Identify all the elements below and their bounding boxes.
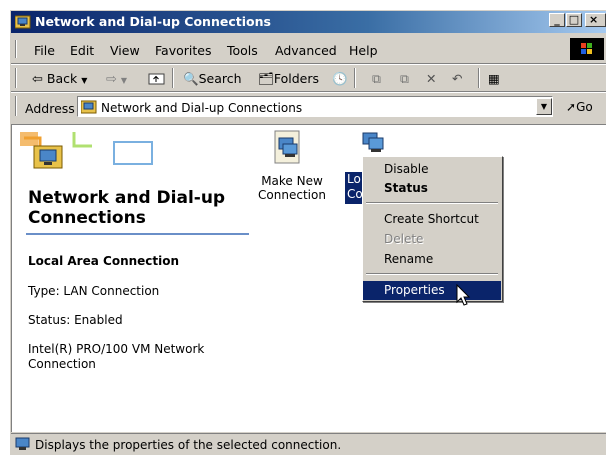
- ctx-separator: [366, 202, 498, 204]
- status-text: Displays the properties of the selected …: [35, 438, 342, 452]
- menu-edit[interactable]: Edit: [70, 43, 94, 58]
- up-folder-icon: [148, 73, 165, 85]
- go-arrow-icon: ➚: [566, 100, 577, 114]
- back-label: Back: [46, 71, 78, 86]
- lan-connection-label-line1: Lo: [347, 172, 361, 186]
- move-to-button[interactable]: ⧉: [372, 71, 381, 87]
- copy-to-button[interactable]: ⧉: [400, 71, 409, 87]
- connection-device-line2: Connection: [28, 357, 96, 371]
- up-folder-button[interactable]: [148, 71, 166, 89]
- address-label: Address: [25, 101, 75, 116]
- ctx-create-shortcut[interactable]: Create Shortcut: [363, 210, 501, 229]
- status-network-icon: [15, 437, 31, 454]
- undo-button[interactable]: ↶: [452, 71, 462, 86]
- selected-connection-title: Local Area Connection: [28, 254, 180, 268]
- make-new-connection-label-line1: Make New: [261, 174, 323, 188]
- back-dropdown-icon: ▼: [81, 76, 88, 85]
- toolbar-separator: [478, 68, 480, 88]
- make-new-connection-label[interactable]: Make New Connection: [258, 174, 326, 202]
- menu-advanced[interactable]: Advanced: [275, 43, 337, 58]
- back-arrow-icon: ⇦: [32, 72, 43, 87]
- address-dropdown-icon[interactable]: ▼: [536, 98, 552, 115]
- undo-icon: ↶: [452, 71, 463, 86]
- toolbar-divider: [11, 91, 606, 93]
- ctx-status[interactable]: Status: [363, 179, 501, 198]
- connection-type: Type: LAN Connection: [28, 284, 160, 298]
- window-title: Network and Dial-up Connections: [35, 14, 271, 29]
- panel-heading-rule: [26, 233, 249, 235]
- ctx-rename[interactable]: Rename: [363, 250, 501, 269]
- delete-x-icon: ✕: [426, 71, 437, 86]
- forward-dropdown-icon: ▼: [120, 76, 128, 85]
- toolbar-separator: [354, 68, 356, 88]
- search-label: Search: [198, 71, 242, 86]
- search-button[interactable]: 🔍Search: [183, 71, 242, 87]
- move-to-icon: ⧉: [372, 71, 381, 86]
- search-icon: 🔍: [183, 71, 199, 86]
- mouse-pointer-icon: [456, 283, 472, 311]
- addressbar-grip: [15, 96, 17, 116]
- menu-file[interactable]: File: [34, 43, 55, 58]
- network-folder-icon: [14, 14, 31, 29]
- ctx-separator: [366, 273, 498, 275]
- panel-heading-line1: Network and Dial-up: [28, 188, 226, 208]
- make-new-connection-label-line2: Connection: [258, 188, 326, 202]
- lan-connection-label-line2: Co: [347, 187, 363, 201]
- panel-heading: Network and Dial-up Connections: [28, 188, 225, 228]
- delete-button[interactable]: ✕: [426, 71, 436, 86]
- toolbar-separator: [172, 68, 174, 88]
- minimize-button[interactable]: _: [549, 13, 565, 27]
- menu-favorites[interactable]: Favorites: [155, 43, 211, 58]
- folders-icon: 🗂: [258, 71, 274, 86]
- network-banner-graphic: [14, 128, 154, 187]
- forward-button[interactable]: ⇨ ▼: [106, 71, 127, 87]
- folders-label: Folders: [273, 71, 320, 86]
- history-icon: 🕓: [332, 71, 348, 86]
- views-button[interactable]: ▦: [488, 71, 500, 86]
- toolbar-grip: [15, 68, 17, 88]
- ctx-properties[interactable]: Properties: [363, 281, 501, 300]
- close-button[interactable]: ×: [585, 13, 606, 27]
- make-new-connection-icon[interactable]: [270, 130, 304, 169]
- menu-view[interactable]: View: [110, 43, 140, 58]
- connection-status: Status: Enabled: [28, 313, 123, 327]
- menubar-divider: [11, 63, 606, 65]
- lan-connection-label[interactable]: Lo Co: [345, 172, 363, 204]
- ctx-delete[interactable]: Delete: [363, 230, 501, 249]
- views-grid-icon: ▦: [488, 71, 500, 86]
- maximize-button[interactable]: □: [566, 13, 582, 27]
- ctx-disable[interactable]: Disable: [363, 160, 501, 179]
- go-label: Go: [576, 100, 593, 114]
- back-button[interactable]: ⇦ Back ▼: [32, 71, 87, 87]
- address-value: Network and Dial-up Connections: [101, 101, 303, 115]
- copy-to-icon: ⧉: [400, 71, 409, 86]
- menu-help[interactable]: Help: [349, 43, 378, 58]
- go-button[interactable]: ➚Go: [566, 100, 593, 114]
- menubar-grip: [15, 40, 17, 58]
- history-button[interactable]: 🕓: [332, 71, 348, 87]
- address-folder-icon: [80, 99, 97, 117]
- menu-tools[interactable]: Tools: [227, 43, 258, 58]
- windows-logo-icon: [570, 38, 604, 60]
- panel-heading-line2: Connections: [28, 208, 146, 228]
- forward-arrow-icon: ⇨: [106, 72, 117, 87]
- connection-device-line1: Intel(R) PRO/100 VM Network: [28, 342, 205, 356]
- folders-button[interactable]: 🗂Folders: [258, 71, 319, 87]
